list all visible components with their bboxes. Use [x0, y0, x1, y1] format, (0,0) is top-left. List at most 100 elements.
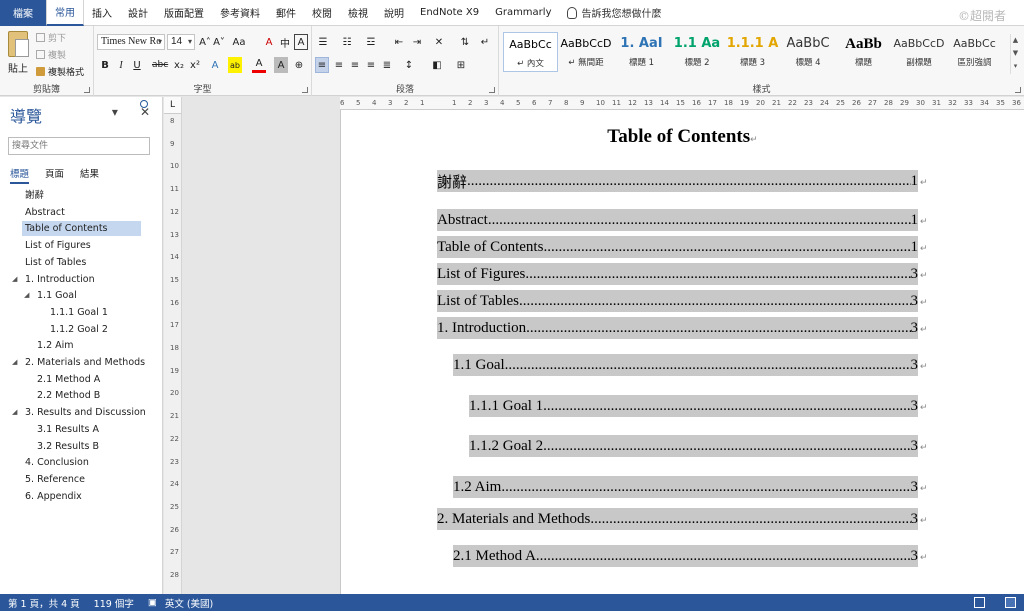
nav-tab-0[interactable]: 標題 [10, 166, 30, 184]
bullets-button[interactable]: ☰ [316, 34, 330, 50]
toc-entry[interactable]: Table of Contents.......................… [437, 236, 918, 258]
nav-options-icon[interactable]: ▾ [112, 105, 118, 119]
grow-font-button[interactable]: A˄ [198, 34, 212, 50]
styles-launcher-icon[interactable] [1015, 87, 1021, 93]
nav-heading-item[interactable]: 謝辭 [25, 188, 44, 203]
paragraph-launcher-icon[interactable] [489, 87, 495, 93]
tell-me-box[interactable]: 告訴我您想做什麼 [559, 0, 669, 26]
enclose-characters-button[interactable]: ⊕ [292, 57, 306, 73]
collapse-triangle-icon[interactable]: ◢ [12, 408, 17, 416]
toc-entry[interactable]: List of Tables .........................… [437, 290, 918, 312]
align-right-button[interactable]: ≡ [348, 57, 362, 73]
line-spacing-button[interactable]: ↕ [402, 57, 416, 73]
nav-heading-item[interactable]: 1.1 Goal [37, 288, 77, 303]
paste-icon[interactable] [8, 31, 29, 57]
clipboard-launcher-icon[interactable] [84, 87, 90, 93]
nav-heading-item[interactable]: 4. Conclusion [25, 455, 89, 470]
nav-heading-item[interactable]: Table of Contents [22, 221, 141, 237]
tab-2[interactable]: 設計 [120, 0, 156, 26]
tab-7[interactable]: 檢視 [340, 0, 376, 26]
document-page[interactable]: Table of Contents↵ 謝辭 ..................… [340, 110, 1024, 594]
nav-heading-item[interactable]: List of Tables [25, 255, 86, 270]
toc-entry[interactable]: 1.1.1 Goal 1............................… [469, 395, 918, 417]
collapse-triangle-icon[interactable]: ◢ [24, 291, 29, 299]
nav-heading-item[interactable]: 3. Results and Discussion [25, 405, 146, 420]
tab-10[interactable]: Grammarly [487, 0, 559, 26]
language-indicator[interactable]: 英文 (美國) [165, 596, 213, 610]
borders-button[interactable]: ⊞ [454, 57, 468, 73]
numbering-button[interactable]: ☷ [340, 34, 354, 50]
font-name-combo[interactable]: Times New Ro [97, 34, 165, 50]
font-launcher-icon[interactable] [302, 87, 308, 93]
tab-3[interactable]: 版面配置 [156, 0, 212, 26]
tab-9[interactable]: EndNote X9 [412, 0, 487, 26]
nav-search-input[interactable]: 搜尋文件 [8, 137, 150, 155]
clear-format-button[interactable]: A [262, 34, 276, 50]
align-center-button[interactable]: ≡ [332, 57, 346, 73]
search-icon[interactable] [140, 100, 148, 108]
character-shading-button[interactable]: A [274, 57, 288, 73]
styles-scroll[interactable]: ▲ ▼ ▾ [1010, 34, 1020, 74]
phonetic-guide-button[interactable]: 中 [278, 34, 292, 50]
cut-button[interactable]: 剪下 [36, 31, 66, 44]
nav-heading-item[interactable]: 2. Materials and Methods [25, 355, 145, 370]
style-card[interactable]: AaBbCc 區別強調 [947, 32, 1002, 72]
style-card[interactable]: 1.1 Aa 標題 2 [670, 32, 725, 72]
chinese-layout-button[interactable]: ✕ [432, 34, 446, 50]
nav-heading-item[interactable]: Abstract [25, 205, 65, 220]
strikethrough-button[interactable]: abc [152, 57, 168, 73]
nav-heading-item[interactable]: 6. Appendix [25, 489, 82, 504]
style-card[interactable]: 1. AaI 標題 1 [614, 32, 669, 72]
proofing-icon[interactable]: ▣ [148, 597, 157, 608]
font-color-button[interactable]: A [252, 57, 266, 73]
superscript-button[interactable]: x² [188, 57, 202, 73]
nav-heading-item[interactable]: 1. Introduction [25, 272, 95, 287]
toc-entry[interactable]: 2.1 Method A ...........................… [453, 545, 918, 567]
tab-6[interactable]: 校閱 [304, 0, 340, 26]
toc-entry[interactable]: 1.1 Goal................................… [453, 354, 918, 376]
print-layout-icon[interactable] [1005, 597, 1016, 608]
nav-heading-item[interactable]: 3.1 Results A [37, 422, 99, 437]
toc-entry[interactable]: List of Figures.........................… [437, 263, 918, 285]
tab-8[interactable]: 說明 [376, 0, 412, 26]
tab-5[interactable]: 郵件 [268, 0, 304, 26]
change-case-button[interactable]: Aa [232, 34, 246, 50]
nav-heading-item[interactable]: List of Figures [25, 238, 91, 253]
align-left-button[interactable]: ≡ [315, 57, 329, 73]
collapse-triangle-icon[interactable]: ◢ [12, 358, 17, 366]
nav-heading-item[interactable]: 1.1.2 Goal 2 [50, 322, 108, 337]
nav-heading-item[interactable]: 1.2 Aim [37, 338, 74, 353]
nav-heading-item[interactable]: 2.2 Method B [37, 388, 100, 403]
toc-entry[interactable]: Abstract................................… [437, 209, 918, 231]
word-count[interactable]: 119 個字 [94, 596, 134, 610]
nav-tab-1[interactable]: 頁面 [45, 166, 64, 184]
style-card[interactable]: AaBbC 標題 4 [781, 32, 836, 72]
show-marks-button[interactable]: ↵ [478, 34, 492, 50]
subscript-button[interactable]: x₂ [172, 57, 186, 73]
bold-button[interactable]: B [98, 57, 112, 73]
nav-tab-2[interactable]: 結果 [80, 166, 99, 184]
format-painter-button[interactable]: 複製格式 [36, 65, 84, 78]
distributed-button[interactable]: ≣ [380, 57, 394, 73]
increase-indent-button[interactable]: ⇥ [410, 34, 424, 50]
style-card[interactable]: AaBb 標題 [836, 32, 891, 72]
nav-heading-item[interactable]: 2.1 Method A [37, 372, 100, 387]
shading-button[interactable]: ◧ [430, 57, 444, 73]
character-border-button[interactable]: A [294, 34, 308, 50]
multilevel-list-button[interactable]: ☲ [364, 34, 378, 50]
style-card[interactable]: AaBbCcD ↵ 無間距 [559, 32, 614, 72]
decrease-indent-button[interactable]: ⇤ [392, 34, 406, 50]
tab-1[interactable]: 插入 [84, 0, 120, 26]
sort-button[interactable]: ⇅ [458, 34, 472, 50]
nav-heading-item[interactable]: 3.2 Results B [37, 439, 99, 454]
justify-button[interactable]: ≡ [364, 57, 378, 73]
nav-heading-item[interactable]: 5. Reference [25, 472, 85, 487]
style-card[interactable]: AaBbCc ↵ 內文 [503, 32, 558, 72]
tab-4[interactable]: 參考資料 [212, 0, 268, 26]
text-effects-button[interactable]: A [208, 57, 222, 73]
shrink-font-button[interactable]: A˅ [212, 34, 226, 50]
read-mode-icon[interactable] [974, 597, 985, 608]
tab-file[interactable]: 檔案 [0, 0, 46, 26]
toc-entry[interactable]: 1. Introduction.........................… [437, 317, 918, 339]
nav-heading-item[interactable]: 1.1.1 Goal 1 [50, 305, 108, 320]
